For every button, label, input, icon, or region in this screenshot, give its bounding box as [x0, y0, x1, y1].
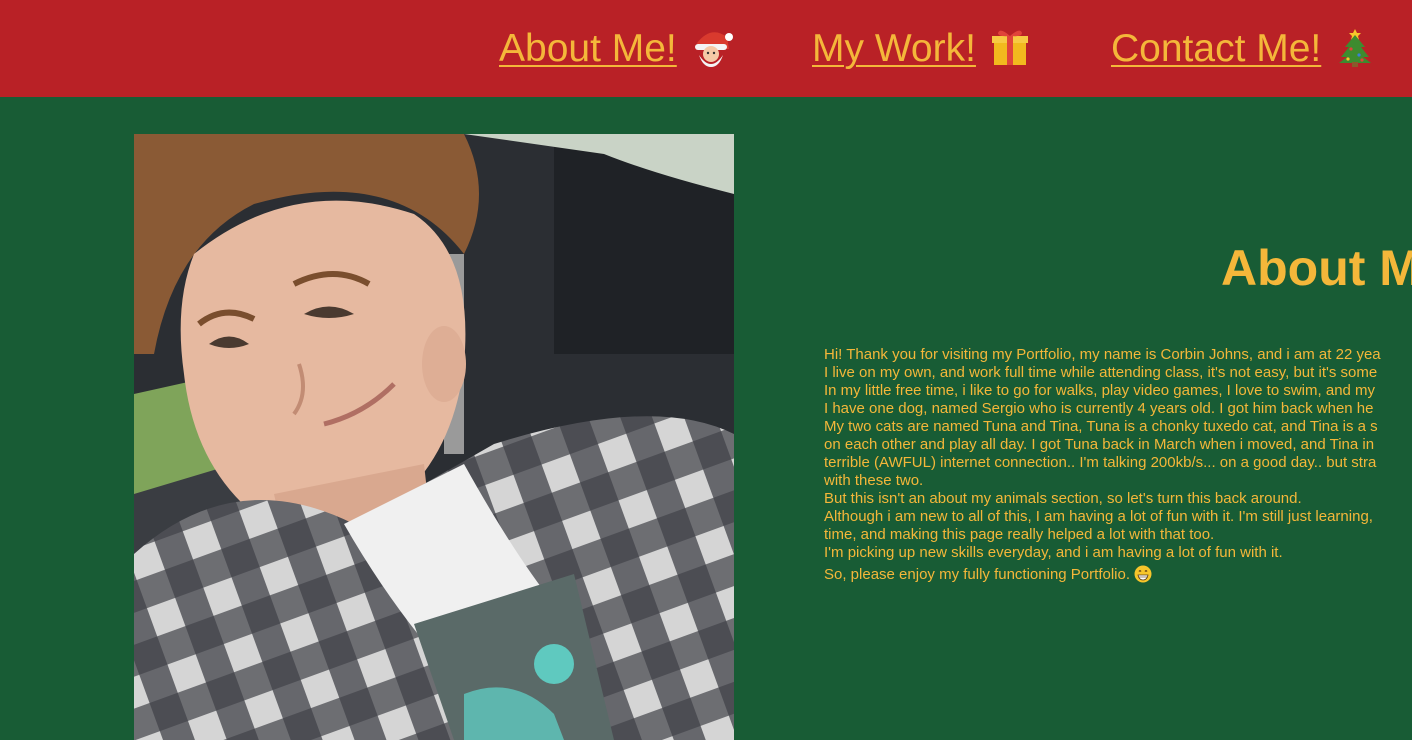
- about-line: Hi! Thank you for visiting my Portfolio,…: [824, 346, 1381, 363]
- nav-link-about[interactable]: About Me!: [499, 27, 733, 71]
- about-text: Hi! Thank you for visiting my Portfolio,…: [824, 346, 1381, 583]
- about-line: terrible (AWFUL) internet connection.. I…: [824, 454, 1377, 471]
- about-closing-line: So, please enjoy my fully functioning Po…: [824, 565, 1381, 583]
- profile-photo-illustration: [134, 134, 734, 740]
- about-line: Although i am new to all of this, I am h…: [824, 508, 1373, 525]
- about-line: on each other and play all day. I got Tu…: [824, 436, 1375, 453]
- grinning-face-icon: [1134, 565, 1152, 583]
- portfolio-page: About Me! My Work! Contact Me! About M H…: [0, 0, 1412, 740]
- about-line: I have one dog, named Sergio who is curr…: [824, 400, 1374, 417]
- nav-contact-label: Contact Me!: [1111, 27, 1322, 70]
- nav-link-work[interactable]: My Work!: [812, 27, 1032, 71]
- christmas-tree-icon: [1339, 29, 1372, 67]
- about-line: I live on my own, and work full time whi…: [824, 364, 1378, 381]
- about-line: My two cats are named Tuna and Tina, Tun…: [824, 418, 1378, 435]
- about-line: with these two.: [824, 472, 924, 489]
- about-closing-text: So, please enjoy my fully functioning Po…: [824, 566, 1130, 583]
- profile-photo: [134, 134, 734, 740]
- about-title: About M: [1221, 240, 1412, 296]
- about-line: time, and making this page really helped…: [824, 526, 1215, 543]
- santa-icon: [694, 32, 733, 67]
- gift-icon: [991, 30, 1028, 65]
- nav-about-label: About Me!: [499, 27, 677, 70]
- nav-work-label: My Work!: [812, 27, 976, 70]
- about-line: In my little free time, i like to go for…: [824, 382, 1376, 399]
- site-header: About Me! My Work! Contact Me!: [0, 0, 1412, 97]
- about-line: But this isn't an about my animals secti…: [824, 490, 1302, 507]
- nav-link-contact[interactable]: Contact Me!: [1111, 27, 1377, 71]
- about-line: I'm picking up new skills everyday, and …: [824, 544, 1283, 561]
